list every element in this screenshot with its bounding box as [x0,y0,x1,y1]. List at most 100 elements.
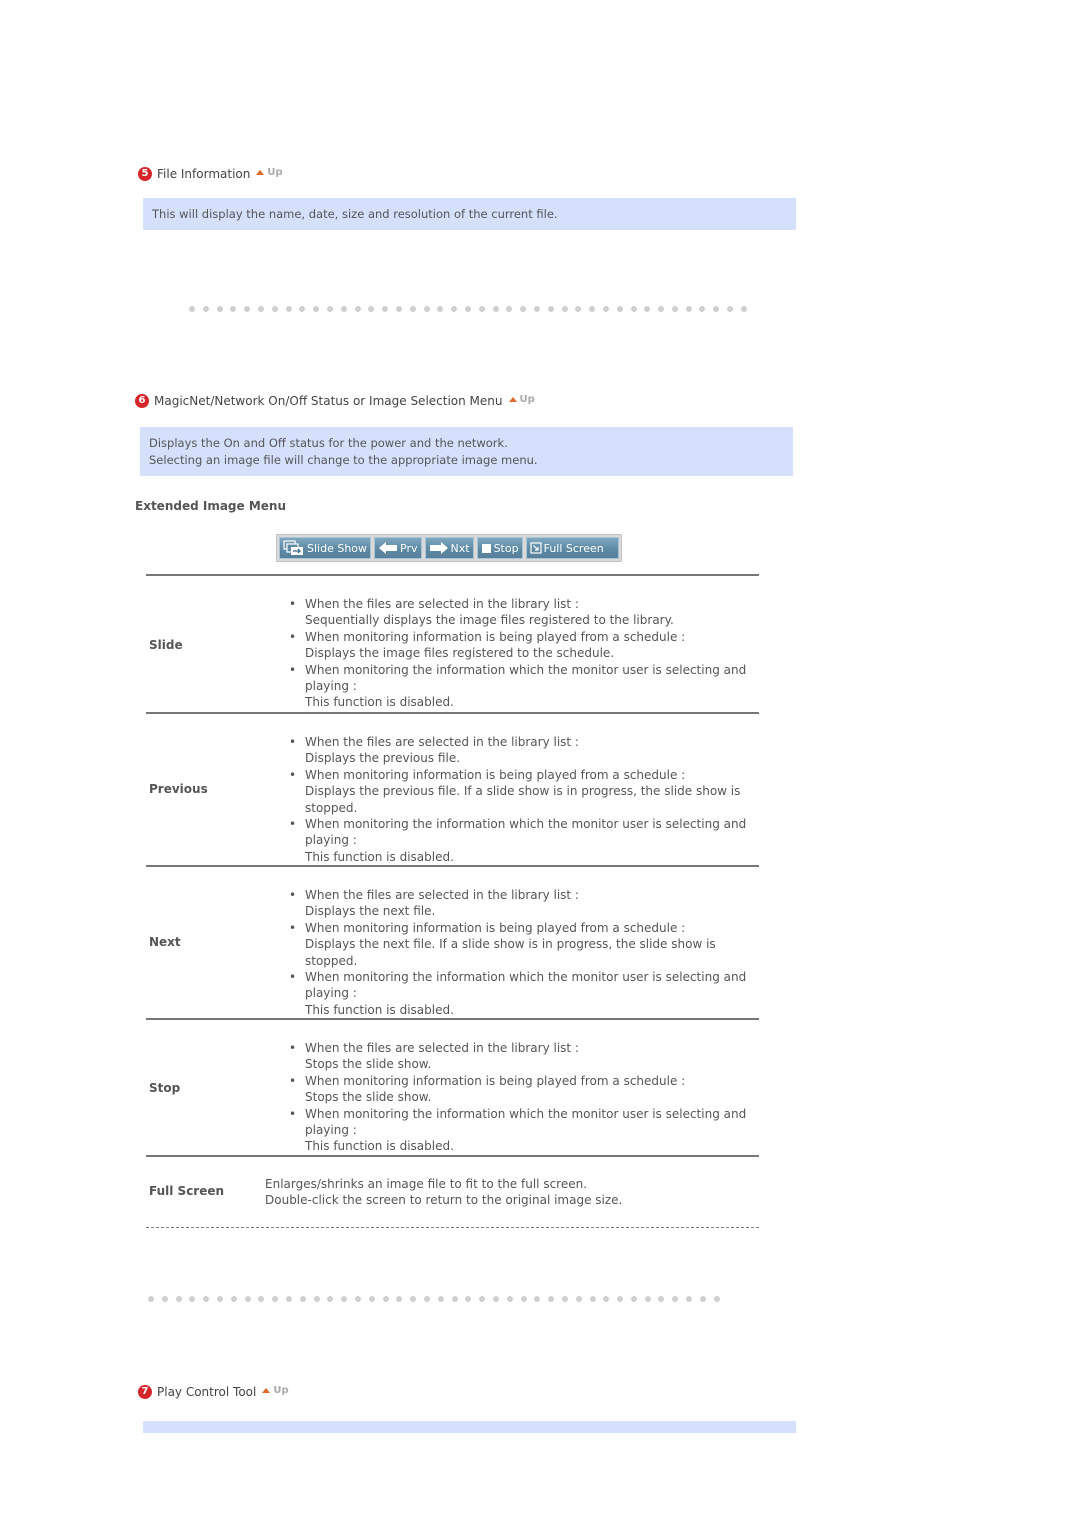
divider-dot [395,306,402,312]
divider-dot [589,306,596,312]
divider-dot [533,306,540,312]
section-5-heading: 5 File Information Up [138,167,283,181]
slide-show-button[interactable]: Slide Show [279,537,372,559]
previous-button[interactable]: Prv [374,537,422,559]
divider-dot [534,1296,541,1302]
up-link[interactable]: Up [508,394,535,405]
up-arrow-icon [262,1387,271,1393]
arrow-right-icon [429,542,448,554]
divider-dot [630,306,637,312]
divider-dot [340,306,347,312]
divider-dot [699,306,706,312]
divider-dot [313,1296,320,1302]
divider-dot [175,1296,182,1302]
divider-dot [617,1296,624,1302]
up-link[interactable]: Up [262,1385,289,1396]
divider-dot [671,306,678,312]
list-item: • When monitoring information is being pl… [289,629,686,661]
divider-dot [409,306,416,312]
divider-dot [575,1296,582,1302]
stop-icon [481,543,491,553]
extended-image-toolbar: Slide Show Prv Nxt Stop Full Screen [276,534,622,562]
divider-dot [603,1296,610,1302]
divider-dot [506,306,513,312]
up-arrow-icon [256,169,265,175]
divider-dot [492,306,499,312]
divider-dot [341,1296,348,1302]
divider-dot [271,306,278,312]
previous-description: • When the files are selected in the libr… [289,734,749,865]
slideshow-icon [283,540,303,555]
divider-dot [148,1296,154,1302]
list-item: • When monitoring information is being pl… [289,920,716,968]
file-information-description: This will display the name, date, size a… [143,198,796,230]
divider-dot [299,306,306,312]
section-6-heading: 6 MagicNet/Network On/Off Status or Imag… [135,394,535,408]
slide-description: • When the files are selected in the libr… [289,596,749,711]
divider-dot [713,306,720,312]
divider-dot [672,1296,679,1302]
divider-dot [465,1296,472,1302]
divider-dot [368,1296,375,1302]
divider-dot [479,1296,486,1302]
full-screen-button[interactable]: Full Screen [525,537,619,559]
arrow-left-icon [379,542,398,554]
play-control-tool-description [143,1421,796,1433]
table-row-slide: Slide • When the files are selected in th… [146,576,759,714]
table-row-stop: Stop • When the files are selected in the… [146,1020,759,1157]
divider-dot [685,306,692,312]
up-link[interactable]: Up [256,167,283,178]
divider-dot [658,1296,665,1302]
divider-dot [699,1296,706,1302]
section-6-title: MagicNet/Network On/Off Status or Image … [154,394,503,408]
section-7-title: Play Control Tool [157,1385,257,1399]
divider-dot [575,306,582,312]
divider-dot [506,1296,513,1302]
divider-dot [616,306,623,312]
section-7-heading: 7 Play Control Tool Up [138,1385,289,1399]
divider-dot [423,306,430,312]
table-row-next: Next • When the files are selected in the… [146,867,759,1020]
divider-dot [244,306,251,312]
divider-dot [658,306,665,312]
divider-dot [202,306,209,312]
divider-dot [216,306,223,312]
divider-dot [410,1296,417,1302]
divider-dot [203,1296,210,1302]
divider-dot [327,1296,334,1302]
list-item: • When monitoring the information which t… [289,1106,747,1154]
list-item: • When the files are selected in the libr… [289,735,579,766]
divider-dot [520,1296,527,1302]
extended-image-menu-heading: Extended Image Menu [135,499,286,513]
list-item: • When monitoring the information which t… [289,662,747,710]
table-row-full-screen: Full Screen Enlarges/shrinks an image fi… [146,1157,759,1228]
divider-dot [644,1296,651,1302]
divider-dot [464,306,471,312]
list-item: • When monitoring the information which t… [289,970,747,1017]
divider-dot [451,1296,458,1302]
divider-dot [548,1296,555,1302]
divider-dot [368,306,375,312]
divider-dot [354,306,361,312]
divider-dot [313,306,320,312]
number-5-badge: 5 [138,167,152,181]
divider-dot [285,1296,292,1302]
list-item: • When monitoring information is being pl… [289,767,741,815]
divider-dot [285,306,292,312]
divider-dot [686,1296,693,1302]
list-item: • When the files are selected in the libr… [289,1041,579,1072]
stop-button[interactable]: Stop [476,537,523,559]
up-arrow-icon [508,396,517,402]
divider-dot [354,1296,361,1302]
divider-dot [216,1296,223,1302]
divider-dot [437,306,444,312]
list-item: • When monitoring the information which t… [289,817,747,864]
divider-dot [299,1296,306,1302]
next-button[interactable]: Nxt [424,537,474,559]
list-item: • When monitoring information is being pl… [289,1073,686,1105]
divider-dot [740,306,747,312]
network-status-description: Displays the On and Off status for the p… [140,427,793,476]
divider-dot [589,1296,596,1302]
divider-dot [644,306,651,312]
fullscreen-icon [529,542,542,554]
